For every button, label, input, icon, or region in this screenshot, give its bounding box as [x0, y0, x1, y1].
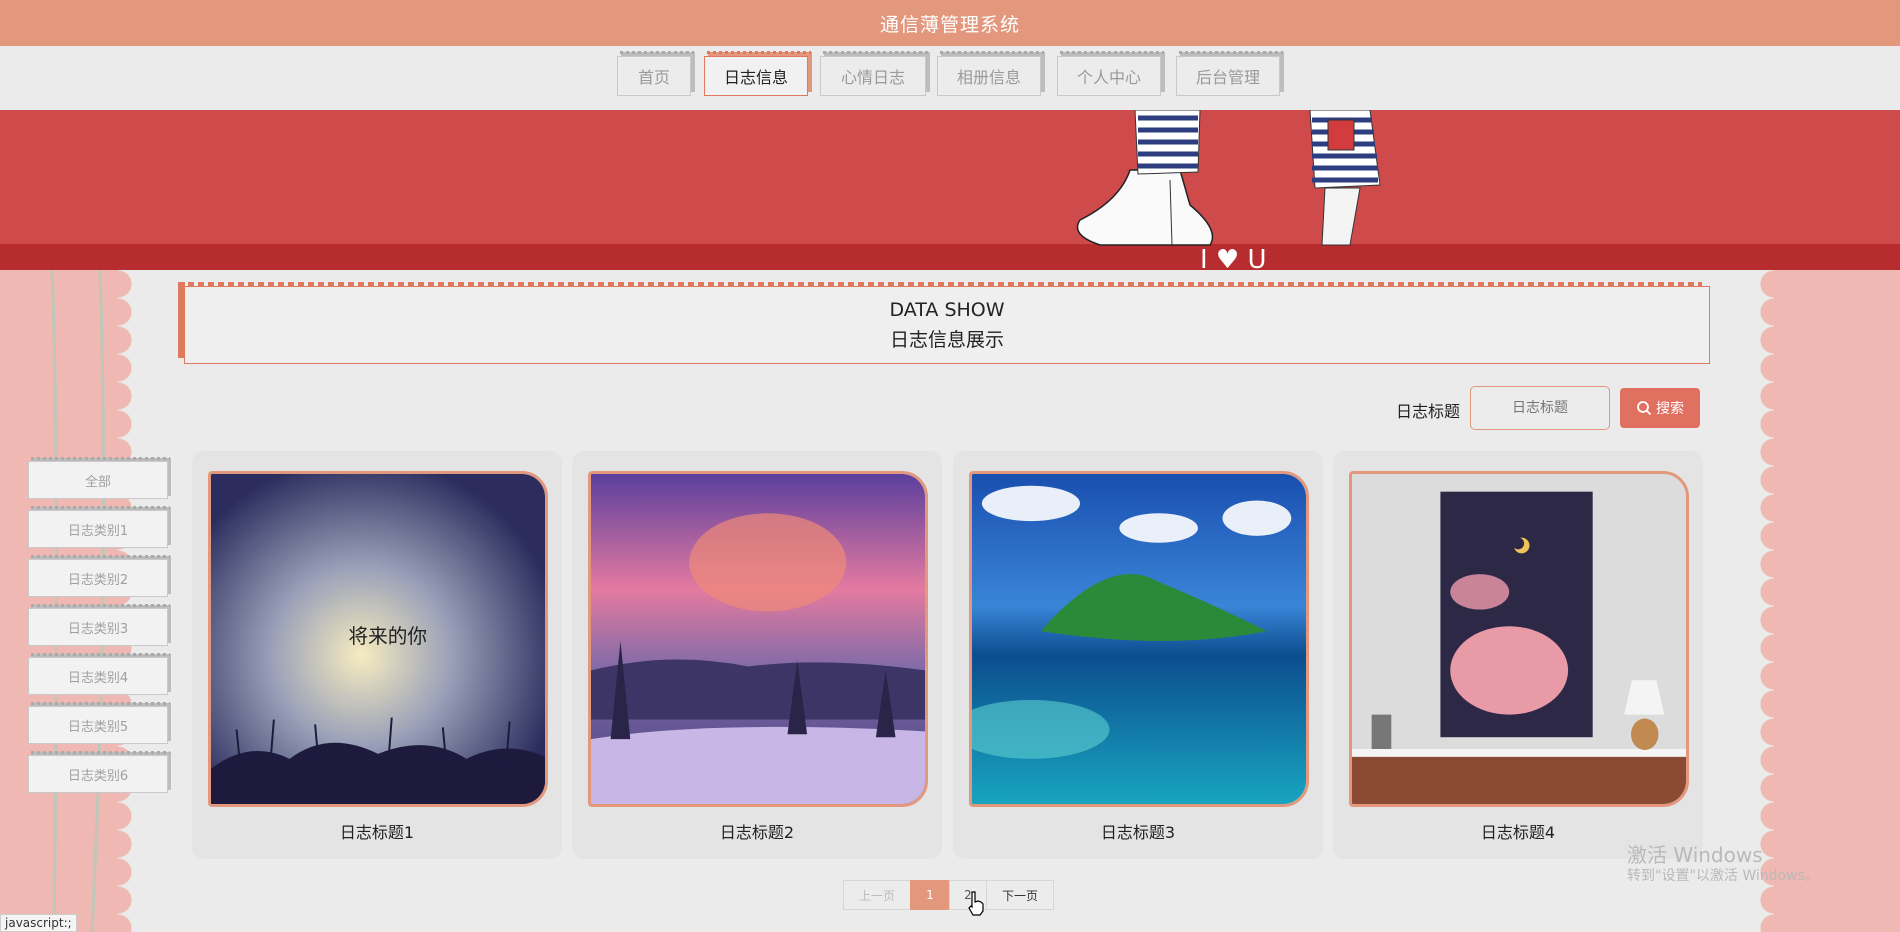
- section-heading: DATA SHOW 日志信息展示: [184, 286, 1710, 364]
- image-caption: 将来的你: [349, 625, 428, 648]
- log-card-image[interactable]: 将来的你: [208, 471, 548, 807]
- nav-item-log-info[interactable]: 日志信息: [704, 51, 811, 96]
- pagination-next[interactable]: 下一页: [986, 880, 1054, 910]
- pagination-prev[interactable]: 上一页: [843, 880, 911, 910]
- log-card-image[interactable]: [1349, 471, 1689, 807]
- category-item-2[interactable]: 日志类别2: [28, 555, 170, 597]
- log-card[interactable]: 日志标题3: [953, 451, 1323, 859]
- log-card[interactable]: 日志标题4: [1333, 451, 1703, 859]
- browser-status-bar: javascript:;: [0, 914, 77, 932]
- nav-item-mood-log[interactable]: 心情日志: [820, 51, 929, 96]
- category-item-6[interactable]: 日志类别6: [28, 751, 170, 793]
- heading-en: DATA SHOW: [889, 298, 1005, 321]
- app-title-bar: 通信薄管理系统: [0, 0, 1900, 46]
- poster-image: [1352, 474, 1686, 804]
- vine-decoration: [50, 269, 106, 932]
- search-button-label: 搜索: [1656, 401, 1684, 417]
- log-card-image[interactable]: [969, 471, 1309, 807]
- windows-activation-title: 激活 Windows: [1627, 843, 1763, 867]
- nav-item-home[interactable]: 首页: [617, 51, 694, 96]
- search-label: 日志标题: [1396, 402, 1461, 421]
- nav-item-profile[interactable]: 个人中心: [1057, 51, 1164, 96]
- category-item-1[interactable]: 日志类别1: [28, 506, 170, 548]
- search-icon: [1637, 401, 1652, 416]
- search-input[interactable]: [1470, 386, 1610, 430]
- heading-cn: 日志信息展示: [889, 328, 1004, 351]
- category-item-5[interactable]: 日志类别5: [28, 702, 170, 744]
- search-button[interactable]: 搜索: [1620, 388, 1700, 428]
- island-image: [972, 474, 1306, 804]
- sky-image: 将来的你: [211, 474, 545, 804]
- banner-strip: [0, 244, 1900, 270]
- hand-cursor-icon: [968, 891, 984, 916]
- log-card[interactable]: 将来的你 日志标题1: [192, 451, 562, 859]
- couple-illustration: I ♥ U: [1076, 110, 1381, 270]
- pagination-page-1[interactable]: 1: [910, 880, 950, 910]
- category-all[interactable]: 全部: [28, 457, 170, 499]
- app-title: 通信薄管理系统: [879, 13, 1020, 36]
- log-card-title[interactable]: 日志标题3: [953, 819, 1323, 843]
- category-item-3[interactable]: 日志类别3: [28, 604, 170, 646]
- nav-item-admin[interactable]: 后台管理: [1176, 51, 1283, 96]
- log-card-title[interactable]: 日志标题2: [572, 819, 942, 843]
- lake-image: [591, 474, 925, 804]
- log-card[interactable]: 日志标题2: [572, 451, 942, 859]
- banner: I ♥ U: [0, 110, 1900, 270]
- category-item-4[interactable]: 日志类别4: [28, 653, 170, 695]
- left-scallop: [118, 270, 140, 932]
- main-nav: 首页 日志信息 心情日志 相册信息 个人中心 后台管理: [0, 46, 1900, 110]
- right-decoration: [1770, 270, 1900, 932]
- windows-activation-subtitle: 转到"设置"以激活 Windows。: [1627, 868, 1819, 884]
- banner-text: I ♥ U: [1200, 245, 1267, 270]
- left-decoration: [0, 269, 134, 932]
- nav-item-album[interactable]: 相册信息: [937, 51, 1044, 96]
- log-card-image[interactable]: [588, 471, 928, 807]
- log-card-title[interactable]: 日志标题1: [192, 819, 562, 843]
- right-scallop: [1752, 270, 1774, 932]
